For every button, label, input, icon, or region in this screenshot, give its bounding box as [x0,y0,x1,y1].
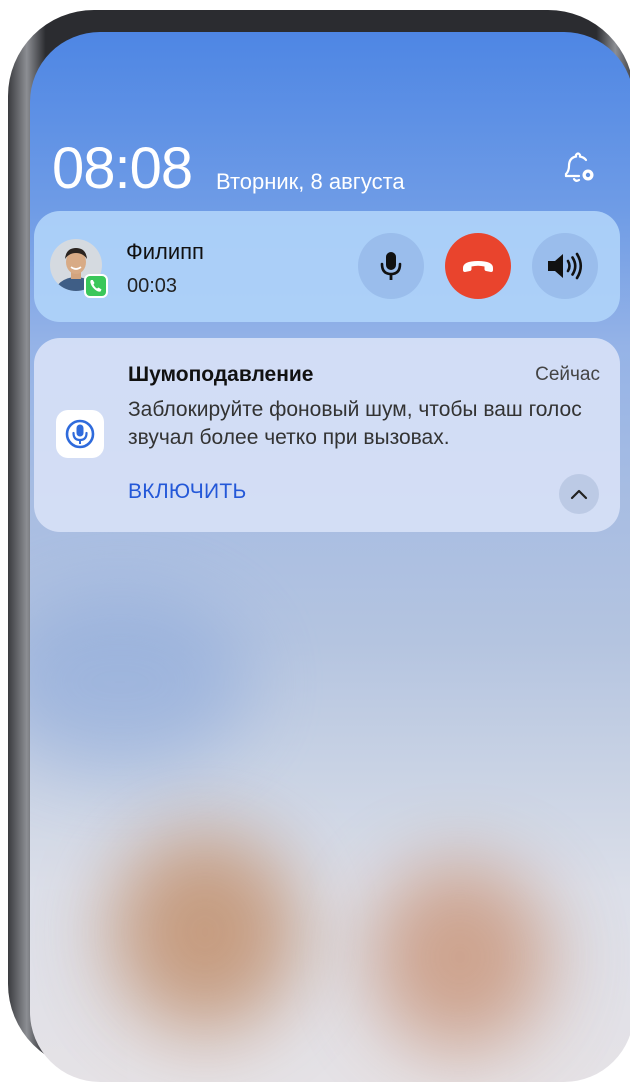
notification-body: Заблокируйте фоновый шум, чтобы ваш голо… [128,398,582,449]
chevron-up-icon [570,489,588,500]
notification-title: Шумоподавление [128,363,314,386]
bell-settings-icon[interactable] [558,148,598,188]
noise-cancel-mic-icon [56,410,104,458]
mute-button[interactable] [358,233,424,299]
speaker-icon [548,252,583,280]
phone-hangup-icon [463,261,493,272]
collapse-button[interactable] [559,474,599,514]
enable-button[interactable]: ВКЛЮЧИТЬ [128,479,247,505]
microphone-icon [380,252,402,280]
end-call-button[interactable] [445,233,511,299]
background-blur [370,862,550,1052]
ongoing-call-card[interactable]: Филипп 00:03 [34,211,620,322]
call-duration: 00:03 [127,275,178,297]
background-blur [30,592,250,772]
caller-name: Филипп [126,239,204,264]
speaker-button[interactable] [532,233,598,299]
date-label: Вторник, 8 августа [216,169,405,194]
notification-time: Сейчас [535,364,600,385]
phone-badge-icon [84,274,108,298]
noise-cancellation-notification[interactable]: Шумоподавление Сейчас Заблокируйте фонов… [34,338,620,532]
background-blur [110,832,300,1032]
clock: 08:08 [52,136,193,201]
